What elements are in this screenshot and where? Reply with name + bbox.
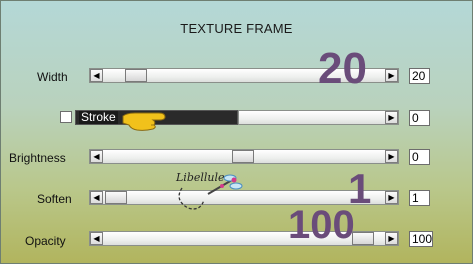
texture-frame-dialog (0, 0, 473, 264)
right-arrow-icon[interactable]: ▶ (385, 111, 398, 124)
stroke-label: Stroke (79, 110, 118, 124)
dialog-title: TEXTURE FRAME (180, 21, 293, 36)
stroke-slider[interactable]: ▶ (238, 110, 399, 125)
brightness-slider-thumb[interactable] (232, 150, 254, 163)
left-arrow-icon[interactable]: ◀ (90, 150, 103, 163)
right-arrow-icon[interactable]: ▶ (385, 191, 398, 204)
stroke-value-field[interactable]: 0 (409, 110, 430, 126)
left-arrow-icon[interactable]: ◀ (90, 191, 103, 204)
soften-slider-thumb[interactable] (105, 191, 127, 204)
brightness-label: Brightness (9, 151, 66, 165)
width-slider-thumb[interactable] (125, 69, 147, 82)
opacity-label: Opacity (25, 234, 66, 248)
right-arrow-icon[interactable]: ▶ (385, 150, 398, 163)
right-arrow-icon[interactable]: ▶ (385, 232, 398, 245)
brightness-value-field[interactable]: 0 (409, 149, 430, 165)
soften-label: Soften (37, 192, 72, 206)
left-arrow-icon[interactable]: ◀ (90, 69, 103, 82)
left-arrow-icon[interactable]: ◀ (90, 232, 103, 245)
opacity-slider-thumb[interactable] (352, 232, 374, 245)
width-overlay-number: 20 (318, 44, 367, 93)
opacity-value-field[interactable]: 100 (409, 231, 433, 247)
width-value-field[interactable]: 20 (409, 68, 430, 84)
hand-pointer-icon (122, 112, 166, 131)
right-arrow-icon[interactable]: ▶ (385, 69, 398, 82)
brightness-slider[interactable]: ◀ ▶ (89, 149, 399, 164)
dragonfly-icon (178, 174, 243, 210)
soften-value-field[interactable]: 1 (409, 190, 430, 206)
stroke-checkbox[interactable] (60, 111, 72, 123)
opacity-overlay-number: 100 (288, 203, 355, 247)
width-label: Width (37, 70, 68, 84)
